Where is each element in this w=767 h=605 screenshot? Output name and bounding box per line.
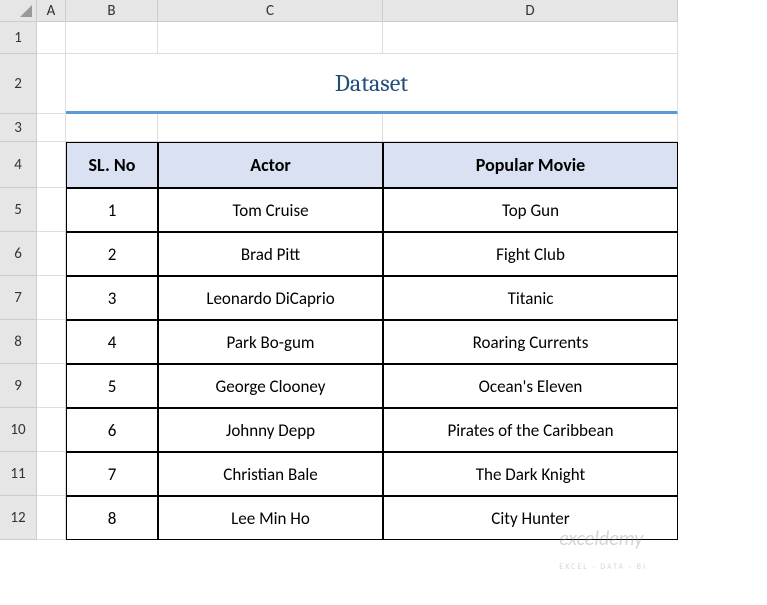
cell-movie-4[interactable]: Ocean's Eleven bbox=[383, 364, 678, 408]
cell-D3[interactable] bbox=[383, 114, 678, 142]
row-header-9[interactable]: 9 bbox=[0, 364, 37, 408]
cell-A4[interactable] bbox=[37, 142, 66, 188]
cell-movie-6[interactable]: The Dark Knight bbox=[383, 452, 678, 496]
row-header-4[interactable]: 4 bbox=[0, 142, 37, 188]
cell-A12[interactable] bbox=[37, 496, 66, 540]
column-header-B[interactable]: B bbox=[66, 0, 158, 22]
row-header-11[interactable]: 11 bbox=[0, 452, 37, 496]
cell-actor-3[interactable]: Park Bo-gum bbox=[158, 320, 383, 364]
select-all-corner[interactable] bbox=[0, 0, 37, 22]
cell-A7[interactable] bbox=[37, 276, 66, 320]
cell-actor-2[interactable]: Leonardo DiCaprio bbox=[158, 276, 383, 320]
column-header-A[interactable]: A bbox=[37, 0, 66, 22]
watermark: exceldemy EXCEL · DATA · BI bbox=[559, 527, 647, 575]
cell-sl-4[interactable]: 5 bbox=[66, 364, 158, 408]
cell-sl-2[interactable]: 3 bbox=[66, 276, 158, 320]
cell-movie-1[interactable]: Fight Club bbox=[383, 232, 678, 276]
cell-sl-1[interactable]: 2 bbox=[66, 232, 158, 276]
cell-sl-7[interactable]: 8 bbox=[66, 496, 158, 540]
cell-movie-5[interactable]: Pirates of the Caribbean bbox=[383, 408, 678, 452]
watermark-sub: EXCEL · DATA · BI bbox=[559, 562, 647, 572]
cell-A2[interactable] bbox=[37, 54, 66, 114]
row-header-1[interactable]: 1 bbox=[0, 22, 37, 54]
watermark-main: exceldemy bbox=[559, 527, 643, 551]
cell-A6[interactable] bbox=[37, 232, 66, 276]
row-headers: 123456789101112 bbox=[0, 22, 37, 540]
row-header-12[interactable]: 12 bbox=[0, 496, 37, 540]
cell-sl-6[interactable]: 7 bbox=[66, 452, 158, 496]
cell-A10[interactable] bbox=[37, 408, 66, 452]
row-header-6[interactable]: 6 bbox=[0, 232, 37, 276]
cell-A9[interactable] bbox=[37, 364, 66, 408]
title-cell[interactable]: Dataset bbox=[66, 54, 678, 114]
select-all-triangle-icon bbox=[20, 5, 32, 17]
column-headers: ABCD bbox=[37, 0, 678, 22]
cell-movie-3[interactable]: Roaring Currents bbox=[383, 320, 678, 364]
column-header-C[interactable]: C bbox=[158, 0, 383, 22]
row-header-3[interactable]: 3 bbox=[0, 114, 37, 142]
row-header-8[interactable]: 8 bbox=[0, 320, 37, 364]
cell-sl-0[interactable]: 1 bbox=[66, 188, 158, 232]
cell-actor-6[interactable]: Christian Bale bbox=[158, 452, 383, 496]
cell-sl-3[interactable]: 4 bbox=[66, 320, 158, 364]
header-actor[interactable]: Actor bbox=[158, 142, 383, 188]
header-movie[interactable]: Popular Movie bbox=[383, 142, 678, 188]
cell-actor-0[interactable]: Tom Cruise bbox=[158, 188, 383, 232]
cell-B3[interactable] bbox=[66, 114, 158, 142]
cell-A5[interactable] bbox=[37, 188, 66, 232]
cell-A11[interactable] bbox=[37, 452, 66, 496]
cell-sl-5[interactable]: 6 bbox=[66, 408, 158, 452]
cell-C3[interactable] bbox=[158, 114, 383, 142]
row-header-10[interactable]: 10 bbox=[0, 408, 37, 452]
row-header-5[interactable]: 5 bbox=[0, 188, 37, 232]
spreadsheet-grid[interactable]: Dataset SL. NoActorPopular Movie 1Tom Crui… bbox=[37, 22, 678, 540]
cell-C1[interactable] bbox=[158, 22, 383, 54]
cell-A1[interactable] bbox=[37, 22, 66, 54]
row-header-7[interactable]: 7 bbox=[0, 276, 37, 320]
cell-D1[interactable] bbox=[383, 22, 678, 54]
cell-actor-7[interactable]: Lee Min Ho bbox=[158, 496, 383, 540]
cell-movie-0[interactable]: Top Gun bbox=[383, 188, 678, 232]
cell-actor-4[interactable]: George Clooney bbox=[158, 364, 383, 408]
cell-actor-1[interactable]: Brad Pitt bbox=[158, 232, 383, 276]
cell-actor-5[interactable]: Johnny Depp bbox=[158, 408, 383, 452]
cell-A3[interactable] bbox=[37, 114, 66, 142]
cell-A8[interactable] bbox=[37, 320, 66, 364]
cell-movie-2[interactable]: Titanic bbox=[383, 276, 678, 320]
header-sl[interactable]: SL. No bbox=[66, 142, 158, 188]
row-header-2[interactable]: 2 bbox=[0, 54, 37, 114]
column-header-D[interactable]: D bbox=[383, 0, 678, 22]
cell-B1[interactable] bbox=[66, 22, 158, 54]
